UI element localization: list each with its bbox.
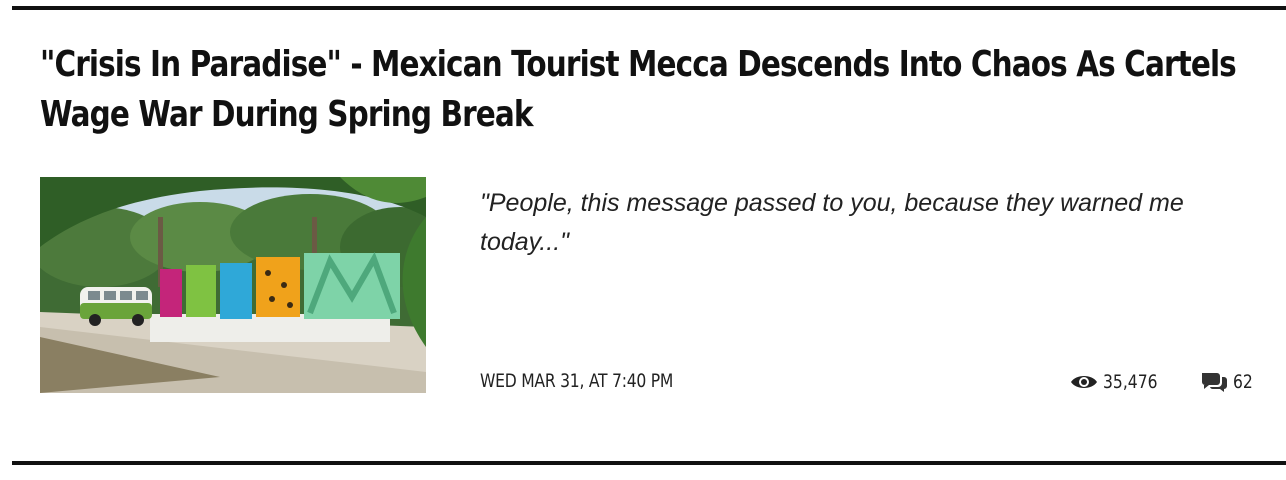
views-count: 35,476 — [1070, 370, 1169, 394]
publish-date: WED MAR 31, AT 7:40 PM — [480, 370, 674, 392]
comments-count-value: 62 — [1233, 371, 1253, 393]
comments-icon — [1202, 373, 1227, 392]
comments-count[interactable]: 62 — [1200, 370, 1257, 394]
bottom-divider — [12, 461, 1286, 465]
article-teaser: "People, this message passed to you, bec… — [480, 189, 1184, 256]
top-divider — [12, 6, 1286, 10]
article-thumbnail[interactable] — [40, 177, 426, 393]
article-headline[interactable]: "Crisis In Paradise" - Mexican Tourist M… — [40, 40, 1270, 140]
eye-icon — [1071, 376, 1097, 388]
views-count-value: 35,476 — [1103, 371, 1158, 393]
